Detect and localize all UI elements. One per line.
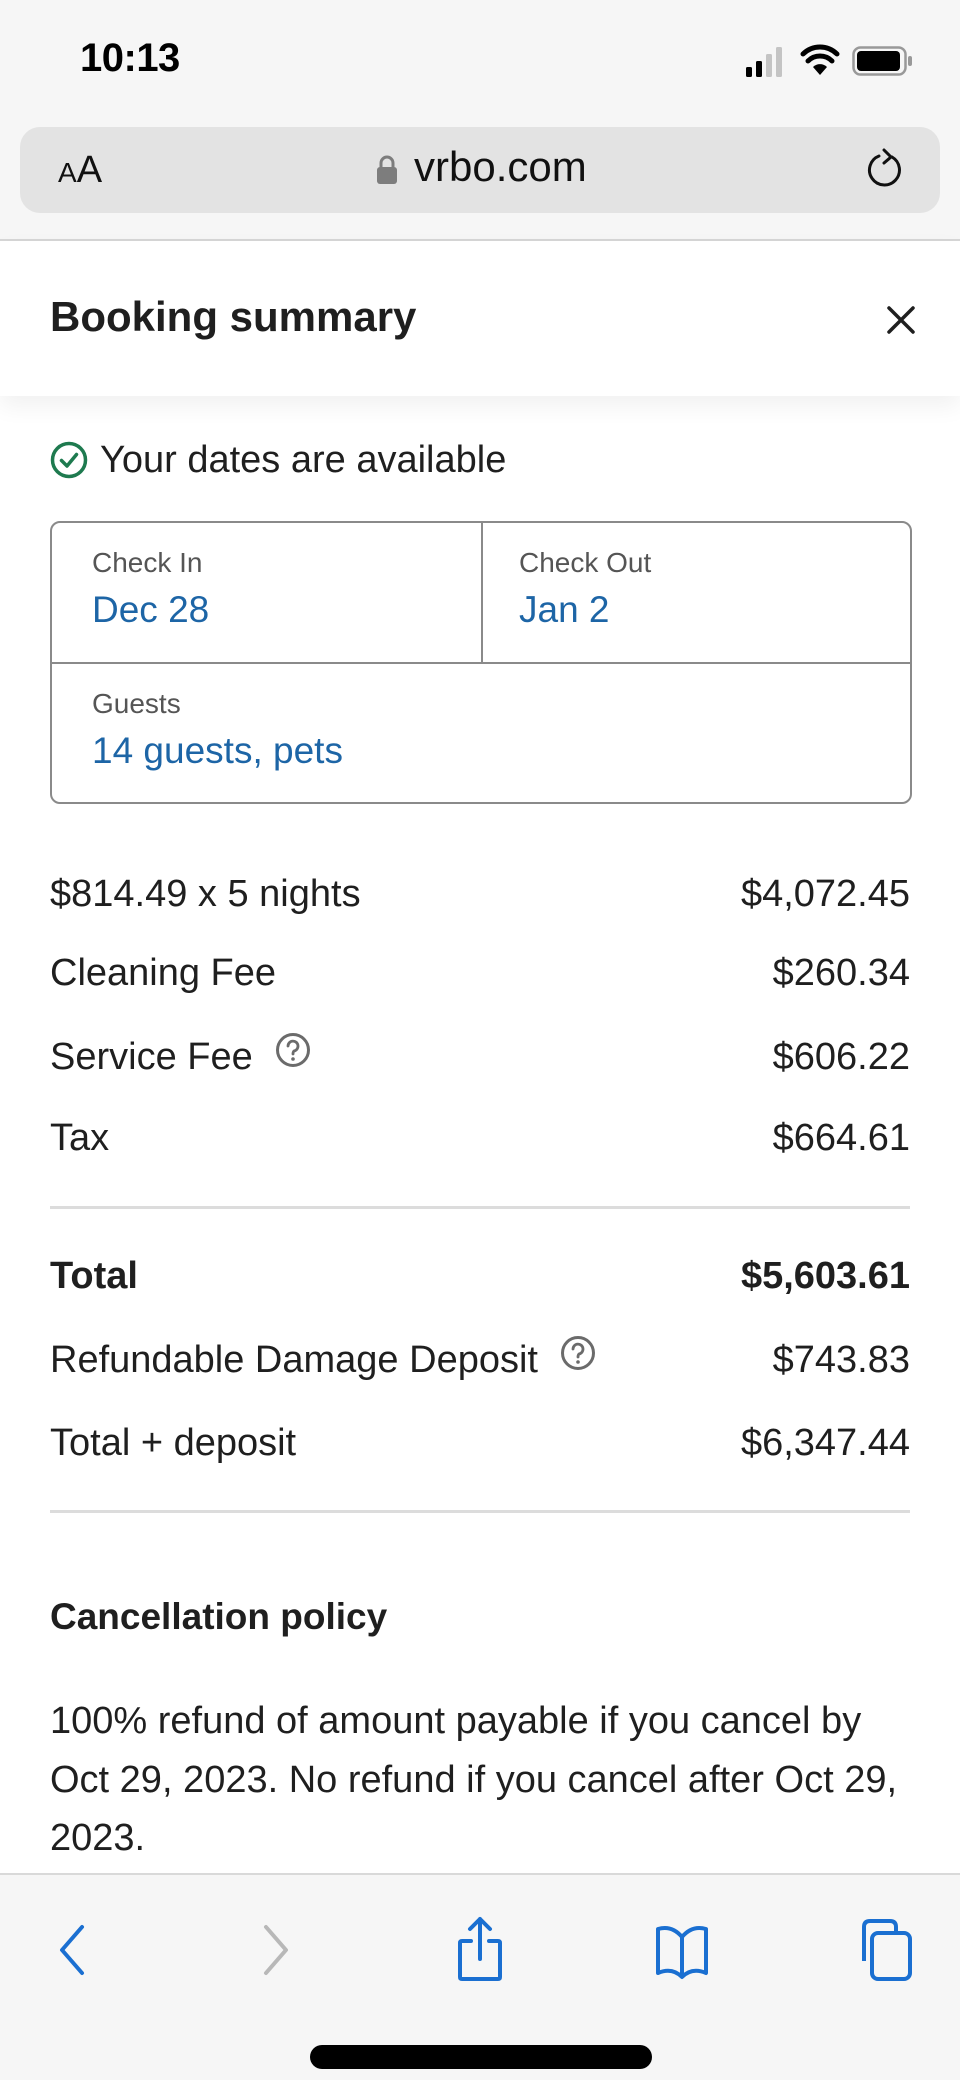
total-plus-deposit-row: Total + deposit $6,347.44 [50,1418,910,1468]
forward-icon[interactable] [246,1915,306,1981]
divider [50,1206,910,1209]
guests-field[interactable]: Guests 14 guests, pets [92,688,343,772]
help-icon[interactable] [560,1335,596,1371]
check-in-value[interactable]: Dec 28 [92,589,209,631]
price-label: Tax [50,1116,110,1159]
cancellation-policy-title: Cancellation policy [50,1596,388,1637]
total-amount: $5,603.61 [740,1254,910,1297]
check-in-label: Check In [92,547,203,578]
cancellation-policy-text: 100% refund of amount payable if you can… [50,1700,898,1859]
cellular-signal-icon [746,47,782,77]
check-out-field[interactable]: Check Out Jan 2 [519,547,651,631]
check-out-value[interactable]: Jan 2 [519,589,651,631]
reload-icon[interactable] [862,147,908,193]
guests-divider [52,662,910,664]
battery-icon [852,46,912,76]
back-icon[interactable] [42,1915,102,1981]
price-label: $814.49 x 5 nights [50,872,361,915]
price-row-tax: Tax $664.61 [50,1113,910,1163]
total-plus-deposit-label: Total + deposit [50,1421,297,1464]
status-time: 10:13 [80,36,180,80]
divider [50,1510,910,1513]
deposit-label: Refundable Damage Deposit [50,1338,538,1381]
price-label: Cleaning Fee [50,951,277,994]
total-plus-deposit-amount: $6,347.44 [740,1421,910,1464]
availability-text: Your dates are available [100,438,507,481]
close-icon[interactable] [884,303,918,337]
lock-icon [377,155,397,184]
total-row: Total $5,603.61 [50,1251,910,1301]
text-size-button[interactable]: AA [58,149,102,192]
url-domain[interactable]: vrbo.com [414,143,587,191]
guests-label: Guests [92,688,181,719]
total-label: Total [50,1254,138,1297]
address-bar[interactable]: AA vrbo.com [20,127,940,213]
price-label: Service Fee [50,1035,253,1078]
guests-value[interactable]: 14 guests, pets [92,730,343,772]
availability-status: Your dates are available [50,438,506,482]
browser-top-chrome: 10:13 AA vrbo.com [0,0,960,241]
price-amount: $664.61 [772,1116,910,1159]
deposit-amount: $743.83 [772,1338,910,1381]
page-title: Booking summary [50,293,417,340]
bookmarks-icon[interactable] [652,1915,712,1981]
check-out-label: Check Out [519,547,652,578]
price-row-cleaning-fee: Cleaning Fee $260.34 [50,948,910,998]
deposit-row: Refundable Damage Deposit $743.83 [50,1335,910,1385]
price-amount: $4,072.45 [740,872,910,915]
trip-details-box: Check In Dec 28 Check Out Jan 2 Guests 1… [50,521,912,804]
date-divider [481,523,483,662]
help-icon[interactable] [275,1032,311,1068]
check-in-field[interactable]: Check In Dec 28 [92,547,209,631]
price-row-nights: $814.49 x 5 nights $4,072.45 [50,869,910,919]
browser-toolbar [0,1873,960,2080]
price-amount: $606.22 [772,1035,910,1078]
wifi-icon [800,44,840,75]
check-circle-icon [50,441,88,479]
price-row-service-fee: Service Fee $606.22 [50,1032,910,1082]
home-indicator [310,2045,652,2069]
price-amount: $260.34 [772,951,910,994]
tabs-icon[interactable] [856,1915,916,1981]
share-icon[interactable] [450,1915,510,1981]
modal-header: Booking summary [0,241,960,396]
